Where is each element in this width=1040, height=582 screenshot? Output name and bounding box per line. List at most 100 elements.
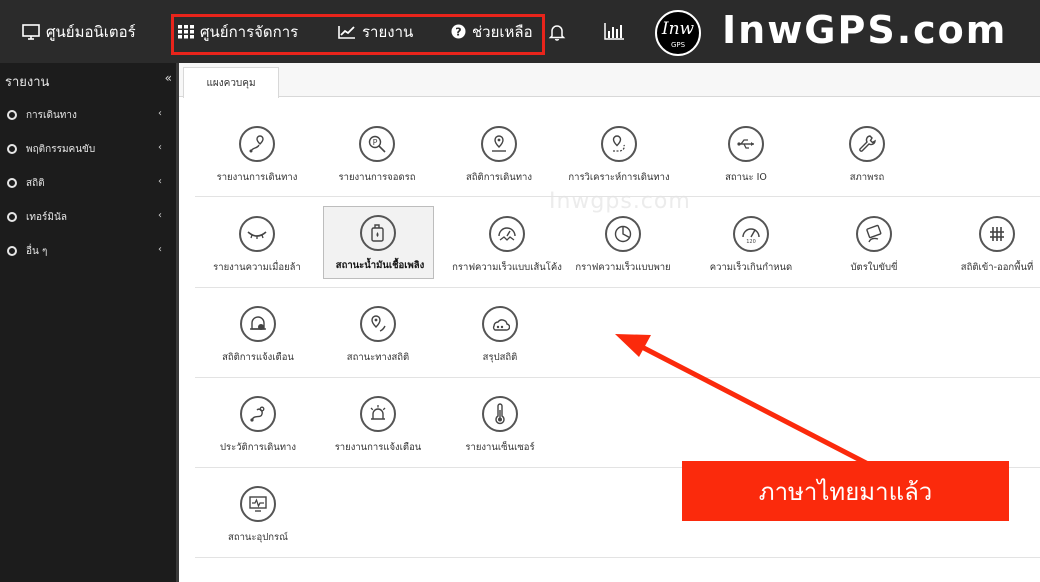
tile-label: รายงานความเมื่อยล้า	[213, 262, 301, 273]
tile-label: สรุปสถิติ	[482, 352, 518, 363]
tile-trip-analysis[interactable]: การวิเคราะห์การเดินทาง	[557, 118, 681, 198]
sidebar-item-statistics[interactable]: สถิติ ‹	[0, 166, 176, 200]
collapse-sidebar-button[interactable]: «	[165, 71, 172, 85]
tile-geofence-stats[interactable]: สถิติเข้า-ออกพื้นที่	[935, 208, 1040, 288]
stat-status-icon	[360, 306, 396, 342]
tile-label: สภาพรถ	[849, 172, 885, 183]
device-icon	[240, 486, 276, 522]
overspeed-icon: 120	[733, 216, 769, 252]
sidebar-item-label: การเดินทาง	[26, 109, 77, 121]
sidebar-item-other[interactable]: อื่น ๆ ‹	[0, 234, 176, 268]
tile-speed-pie-graph[interactable]: กราฟความเร็วแบบพาย	[561, 208, 685, 288]
history-icon	[240, 396, 276, 432]
svg-text:120: 120	[746, 239, 756, 244]
tile-label: สถิติการเดินทาง	[465, 172, 533, 183]
trip-analysis-icon	[601, 126, 637, 162]
tile-trip-report[interactable]: รายงานการเดินทาง	[195, 118, 319, 198]
tile-label: สถานะอุปกรณ์	[228, 532, 288, 543]
tile-label: สถิติการแจ้งเตือน	[222, 352, 294, 363]
tile-sensor-report[interactable]: รายงานเซ็นเซอร์	[438, 388, 562, 468]
eye-icon	[239, 216, 275, 252]
tile-label: ประวัติการเดินทาง	[219, 442, 297, 453]
tile-label: ความเร็วเกินกำหนด	[709, 262, 793, 273]
tile-driver-license[interactable]: บัตรใบขับขี่	[812, 208, 936, 288]
circle-icon	[7, 144, 17, 154]
tile-label: บัตรใบขับขี่	[850, 262, 898, 273]
chevron-left-icon: ‹	[158, 210, 162, 221]
alert-stats-icon	[240, 306, 276, 342]
tile-fuel-status[interactable]: สถานะน้ำมันเชื้อเพลิง	[323, 206, 434, 279]
sidebar-title: รายงาน «	[0, 63, 176, 99]
sidebar-title-label: รายงาน	[5, 74, 50, 90]
tile-overspeed[interactable]: 120 ความเร็วเกินกำหนด	[689, 208, 813, 288]
tab-bar: แผงควบคุม	[179, 63, 1040, 98]
route-pin-icon	[239, 126, 275, 162]
sidebar-item-driver-behavior[interactable]: พฤติกรรมคนขับ ‹	[0, 132, 176, 166]
license-card-icon	[856, 216, 892, 252]
usb-icon	[728, 126, 764, 162]
sidebar-item-label: เทอร์มินัล	[26, 211, 67, 223]
statistics-button[interactable]	[604, 0, 631, 63]
tile-label: สถานะน้ำมันเชื้อเพลิง	[335, 260, 425, 271]
nav-highlight-box	[171, 14, 545, 55]
trip-stats-icon	[481, 126, 517, 162]
circle-icon	[7, 110, 17, 120]
tile-label: สถานะ IO	[725, 172, 767, 183]
sidebar-item-label: อื่น ๆ	[26, 245, 48, 257]
monitor-center-link[interactable]: ศูนย์มอนิเตอร์	[22, 0, 136, 63]
parking-icon: P	[359, 126, 395, 162]
tile-alert-stats[interactable]: สถิติการแจ้งเตือน	[196, 298, 320, 378]
tile-speed-curve-graph[interactable]: กราฟความเร็วแบบเส้นโค้ง	[445, 208, 569, 288]
sidebar-item-trip[interactable]: การเดินทาง ‹	[0, 98, 176, 132]
chevron-left-icon: ‹	[158, 142, 162, 153]
tile-statistical-status[interactable]: สถานะทางสถิติ	[316, 298, 440, 378]
sidebar-item-terminal[interactable]: เทอร์มินัล ‹	[0, 200, 176, 234]
row-divider	[195, 557, 1040, 558]
brand-logo: Inw GPS	[655, 10, 701, 56]
summary-icon	[482, 306, 518, 342]
circle-icon	[7, 178, 17, 188]
tile-stats-summary[interactable]: สรุปสถิติ	[438, 298, 562, 378]
top-bar: ศูนย์มอนิเตอร์ ศูนย์การจัดการ รายงาน ? ช…	[0, 0, 1040, 63]
fence-icon	[979, 216, 1015, 252]
wrench-icon	[849, 126, 885, 162]
tile-parking-report[interactable]: P รายงานการจอดรถ	[315, 118, 439, 198]
sidebar-item-label: สถิติ	[26, 177, 45, 189]
tile-label: กราฟความเร็วแบบพาย	[575, 262, 671, 273]
tile-trip-history[interactable]: ประวัติการเดินทาง	[196, 388, 320, 468]
tile-trip-stats[interactable]: สถิติการเดินทาง	[437, 118, 561, 198]
brand-name: InwGPS.com	[722, 8, 1008, 52]
tile-label: การวิเคราะห์การเดินทาง	[568, 172, 670, 183]
chevron-left-icon: ‹	[158, 244, 162, 255]
tile-fatigue-report[interactable]: รายงานความเมื่อยล้า	[195, 208, 319, 288]
tile-label: รายงานการเดินทาง	[216, 172, 298, 183]
monitor-center-label: ศูนย์มอนิเตอร์	[46, 22, 136, 41]
tile-label: รายงานการจอดรถ	[338, 172, 416, 183]
circle-icon	[7, 246, 17, 256]
tile-label: รายงานการแจ้งเตือน	[334, 442, 422, 453]
tile-io-status[interactable]: สถานะ IO	[684, 118, 808, 198]
logo-sub: GPS	[670, 41, 686, 49]
sidebar: รายงาน « การเดินทาง ‹ พฤติกรรมคนขับ ‹ สถ…	[0, 63, 176, 582]
thermometer-icon	[482, 396, 518, 432]
tile-label: รายงานเซ็นเซอร์	[465, 442, 535, 453]
speedometer-icon	[489, 216, 525, 252]
bar-chart-icon	[604, 23, 624, 40]
thai-language-callout: ภาษาไทยมาแล้ว	[682, 461, 1009, 521]
chevron-left-icon: ‹	[158, 176, 162, 187]
fuel-icon	[360, 215, 396, 251]
alarm-icon	[360, 396, 396, 432]
svg-text:P: P	[373, 138, 378, 147]
tile-device-status[interactable]: สถานะอุปกรณ์	[196, 478, 320, 558]
tile-label: สถานะทางสถิติ	[346, 352, 410, 363]
monitor-icon	[22, 23, 40, 40]
notification-button[interactable]	[548, 0, 572, 63]
chevron-left-icon: ‹	[158, 108, 162, 119]
tab-control-panel[interactable]: แผงควบคุม	[183, 67, 279, 98]
tile-vehicle-condition[interactable]: สภาพรถ	[805, 118, 929, 198]
circle-icon	[7, 212, 17, 222]
pie-icon	[605, 216, 641, 252]
bell-icon	[548, 24, 566, 41]
tile-alert-report[interactable]: รายงานการแจ้งเตือน	[316, 388, 440, 468]
sidebar-item-label: พฤติกรรมคนขับ	[26, 143, 96, 155]
